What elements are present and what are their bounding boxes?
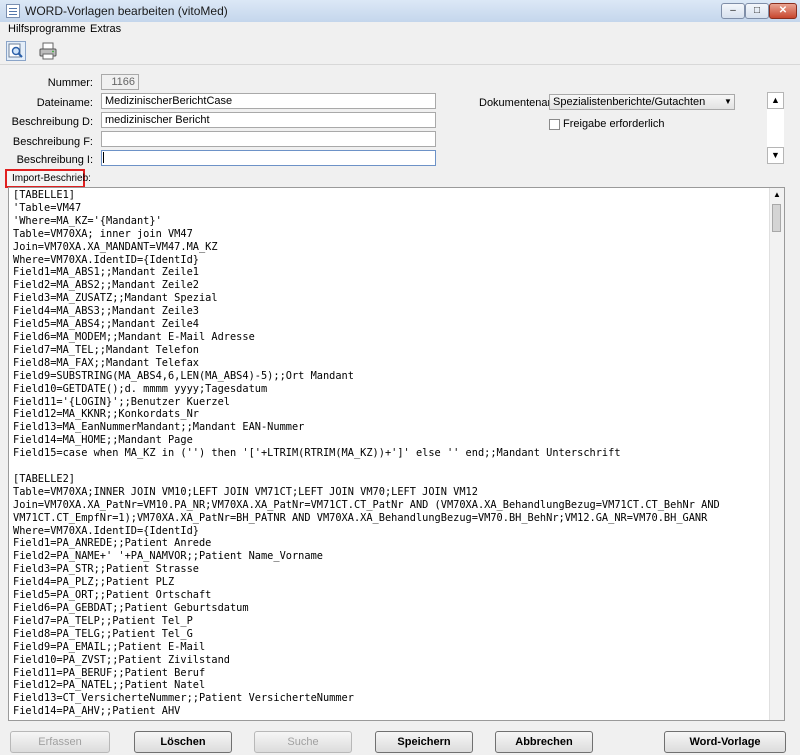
nummer-field: 1166 — [101, 74, 139, 90]
import-beschrieb-label: Import-Beschrieb: — [5, 169, 91, 188]
scroll-up-icon[interactable]: ▲ — [770, 188, 784, 202]
beschreibung-d-field[interactable]: medizinischer Bericht — [101, 112, 436, 128]
scroll-down-icon[interactable]: ▼ — [767, 147, 784, 164]
maximize-button[interactable]: □ — [745, 3, 769, 19]
minimize-button[interactable]: – — [721, 3, 745, 19]
chevron-down-icon[interactable]: ▼ — [721, 94, 735, 110]
search-icon[interactable] — [6, 41, 26, 61]
title-bar: WORD-Vorlagen bearbeiten (vitoMed) – □ ✕ — [0, 0, 800, 23]
menu-bar: Hilfsprogramme Extras — [0, 22, 800, 38]
close-button[interactable]: ✕ — [769, 3, 797, 19]
abbrechen-button[interactable]: Abbrechen — [495, 731, 593, 753]
import-text-area[interactable]: [TABELLE1] 'Table=VM47 'Where=MA_KZ='{Ma… — [8, 187, 785, 721]
toolbar — [0, 38, 800, 65]
word-vorlage-button[interactable]: Word-Vorlage — [664, 731, 786, 753]
menu-extras[interactable]: Extras — [90, 23, 121, 35]
beschreibung-f-label: Beschreibung F: — [12, 136, 93, 148]
printer-icon[interactable] — [38, 41, 58, 61]
app-icon — [6, 4, 20, 18]
speichern-button[interactable]: Speichern — [375, 731, 473, 753]
beschreibung-f-field[interactable] — [101, 131, 436, 147]
beschreibung-i-field[interactable] — [101, 150, 436, 166]
freigabe-label: Freigabe erforderlich — [563, 118, 665, 130]
scroll-up-icon[interactable]: ▲ — [767, 92, 784, 109]
erfassen-button[interactable]: Erfassen — [10, 731, 110, 753]
dateiname-field[interactable]: MedizinischerBerichtCase — [101, 93, 436, 109]
import-text-content[interactable]: [TABELLE1] 'Table=VM47 'Where=MA_KZ='{Ma… — [13, 189, 771, 719]
text-caret — [103, 152, 104, 163]
freigabe-checkbox[interactable] — [549, 119, 560, 130]
dateiname-label: Dateiname: — [36, 97, 93, 109]
beschreibung-i-label: Beschreibung I: — [16, 154, 93, 166]
suche-button[interactable]: Suche — [254, 731, 352, 753]
window-title: WORD-Vorlagen bearbeiten (vitoMed) — [25, 4, 228, 18]
editor-scrollbar[interactable]: ▲ — [769, 188, 784, 720]
loeschen-button[interactable]: Löschen — [134, 731, 232, 753]
nummer-label: Nummer: — [47, 77, 93, 89]
form-scrollbar[interactable]: ▲ ▼ — [767, 92, 784, 164]
beschreibung-d-label: Beschreibung D: — [11, 116, 93, 128]
menu-hilfsprogramme[interactable]: Hilfsprogramme — [8, 23, 86, 35]
dokumentenart-select[interactable]: Spezialistenberichte/Gutachten — [549, 94, 735, 110]
scrollbar-thumb[interactable] — [772, 204, 781, 232]
dokumentenart-label: Dokumentenart — [479, 97, 555, 109]
